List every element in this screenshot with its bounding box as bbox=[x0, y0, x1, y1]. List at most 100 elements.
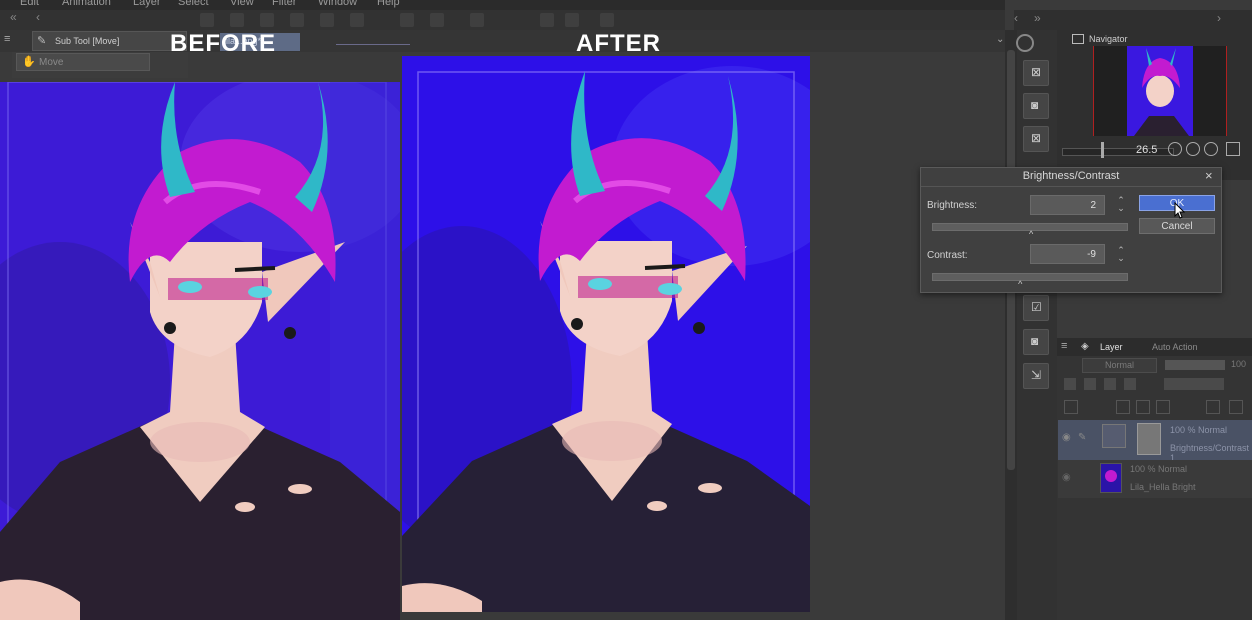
opacity-value: 100 bbox=[1231, 359, 1247, 369]
menu-view[interactable]: View bbox=[230, 0, 254, 8]
panel-header: › bbox=[1057, 10, 1252, 30]
export-icon[interactable]: ⇲ bbox=[1023, 363, 1049, 389]
color-bar[interactable] bbox=[1164, 378, 1224, 390]
brightness-slider-thumb[interactable]: ^ bbox=[1029, 229, 1033, 239]
eye-icon[interactable]: ◉ bbox=[1062, 432, 1071, 443]
grid-icon[interactable] bbox=[1064, 400, 1078, 414]
command-icon[interactable] bbox=[430, 13, 444, 27]
mask-icon[interactable] bbox=[1156, 400, 1170, 414]
layer-toolbar bbox=[1064, 378, 1249, 392]
contrast-spinner[interactable]: ⌃ ⌄ bbox=[1116, 246, 1126, 263]
navigator-thumbnail[interactable] bbox=[1093, 46, 1227, 136]
menu-help[interactable]: Help bbox=[377, 0, 400, 8]
chevron-left-icon[interactable]: ‹ bbox=[36, 10, 40, 24]
command-icon[interactable] bbox=[320, 13, 334, 27]
dialog-title: Brightness/Contrast bbox=[1022, 170, 1120, 182]
command-icon[interactable] bbox=[400, 13, 414, 27]
command-icon[interactable] bbox=[470, 13, 484, 27]
artwork-after bbox=[402, 56, 810, 612]
zoom-out-icon[interactable] bbox=[1168, 142, 1182, 156]
layer-info: 100 % Normal bbox=[1170, 425, 1228, 435]
menu-filter[interactable]: Filter bbox=[272, 0, 296, 8]
delete-icon[interactable] bbox=[1206, 400, 1220, 414]
canvas-scrollbar[interactable] bbox=[1005, 30, 1017, 620]
camera-icon[interactable]: ◙ bbox=[1023, 329, 1049, 355]
command-bar: « ‹ bbox=[0, 10, 1005, 31]
collapse-left-icon[interactable]: « bbox=[10, 10, 17, 24]
contrast-slider[interactable] bbox=[932, 273, 1128, 281]
chevron-right-icon[interactable]: › bbox=[1217, 11, 1221, 25]
command-icon[interactable] bbox=[200, 13, 214, 27]
command-icon[interactable] bbox=[540, 13, 554, 27]
chevron-down-icon[interactable]: ⌄ bbox=[996, 34, 1004, 45]
before-label: BEFORE bbox=[170, 30, 277, 57]
correction-layer-icon bbox=[1102, 424, 1126, 448]
snapshot-icon[interactable]: ◙ bbox=[1023, 93, 1049, 119]
brightness-input[interactable] bbox=[1030, 195, 1105, 215]
layer-name: Lila_Hella Bright bbox=[1130, 482, 1196, 492]
chevron-left-icon[interactable]: ‹ bbox=[1014, 11, 1018, 25]
divider bbox=[921, 186, 1221, 187]
canvas-after[interactable] bbox=[402, 56, 810, 612]
fit-icon[interactable] bbox=[1204, 142, 1218, 156]
layers-icon: ◈ bbox=[1081, 341, 1089, 352]
blend-mode-select[interactable]: Normal bbox=[1082, 358, 1157, 373]
clear-icon[interactable]: ⊠ bbox=[1023, 60, 1049, 86]
command-icon[interactable] bbox=[600, 13, 614, 27]
zoom-in-icon[interactable] bbox=[1186, 142, 1200, 156]
rotate-icon[interactable] bbox=[1226, 142, 1240, 156]
pen-icon: ✎ bbox=[1078, 432, 1087, 443]
command-icon[interactable] bbox=[260, 13, 274, 27]
blend-mode-value: Normal bbox=[1105, 360, 1135, 370]
trash-icon[interactable] bbox=[1229, 400, 1243, 414]
canvas-before[interactable] bbox=[0, 82, 400, 620]
zoom-slider-handle[interactable] bbox=[1101, 142, 1104, 158]
clear-outside-icon[interactable]: ⊠ bbox=[1023, 126, 1049, 152]
menu-edit[interactable]: Edit bbox=[20, 0, 39, 8]
command-icon[interactable] bbox=[290, 13, 304, 27]
subtool-tab-label: Sub Tool [Move] bbox=[55, 36, 120, 46]
reference-icon[interactable] bbox=[1104, 378, 1116, 390]
menu-animation[interactable]: Animation bbox=[62, 0, 111, 8]
menu-select[interactable]: Select bbox=[178, 0, 209, 8]
layer-row-artwork[interactable]: ◉ 100 % Normal Lila_Hella Bright bbox=[1058, 460, 1252, 498]
layer-thumbnail bbox=[1100, 463, 1122, 493]
hand-icon: ✋ bbox=[22, 56, 36, 68]
eye-icon[interactable]: ◉ bbox=[1062, 472, 1071, 483]
lock-icon[interactable] bbox=[1124, 378, 1136, 390]
navigator-preview bbox=[1127, 46, 1193, 136]
tab-auto-action[interactable]: Auto Action bbox=[1152, 342, 1198, 352]
subtool-item-move[interactable]: ✋ Move bbox=[16, 53, 150, 71]
artwork-before bbox=[0, 82, 400, 620]
clip-icon[interactable] bbox=[1084, 378, 1096, 390]
opacity-slider[interactable] bbox=[1165, 360, 1225, 370]
panel-header-left: ‹ » bbox=[1014, 10, 1057, 30]
layer-thumbnail bbox=[1137, 423, 1161, 455]
collapse-right-icon[interactable]: » bbox=[1034, 11, 1041, 25]
tab-layer[interactable]: Layer bbox=[1100, 342, 1123, 352]
brightness-label: Brightness: bbox=[927, 200, 978, 211]
subtool-item-label: Move bbox=[39, 57, 64, 68]
contrast-slider-thumb[interactable]: ^ bbox=[1018, 279, 1022, 289]
command-icon[interactable] bbox=[565, 13, 579, 27]
close-icon[interactable]: × bbox=[1205, 168, 1213, 183]
layer-info: 100 % Normal bbox=[1130, 464, 1188, 474]
navigator-title[interactable]: Navigator bbox=[1089, 34, 1128, 44]
menu-icon[interactable]: ≡ bbox=[4, 33, 10, 45]
edit-icon[interactable]: ☑ bbox=[1023, 295, 1049, 321]
menu-window[interactable]: Window bbox=[318, 0, 357, 8]
new-layer-icon[interactable] bbox=[1116, 400, 1130, 414]
new-folder-icon[interactable] bbox=[1136, 400, 1150, 414]
brightness-spinner[interactable]: ⌃ ⌄ bbox=[1116, 196, 1126, 213]
cancel-button[interactable]: Cancel bbox=[1139, 218, 1215, 234]
contrast-label: Contrast: bbox=[927, 250, 968, 261]
mouse-cursor-icon bbox=[1174, 202, 1186, 219]
subtool-tab[interactable]: ✎ Sub Tool [Move] bbox=[32, 31, 187, 51]
command-icon[interactable] bbox=[350, 13, 364, 27]
menu-icon[interactable]: ≡ bbox=[1061, 340, 1067, 352]
command-icon[interactable] bbox=[230, 13, 244, 27]
lock-icon[interactable] bbox=[1064, 378, 1076, 390]
contrast-input[interactable] bbox=[1030, 244, 1105, 264]
menu-layer[interactable]: Layer bbox=[133, 0, 161, 8]
circle-icon[interactable] bbox=[1016, 34, 1034, 52]
